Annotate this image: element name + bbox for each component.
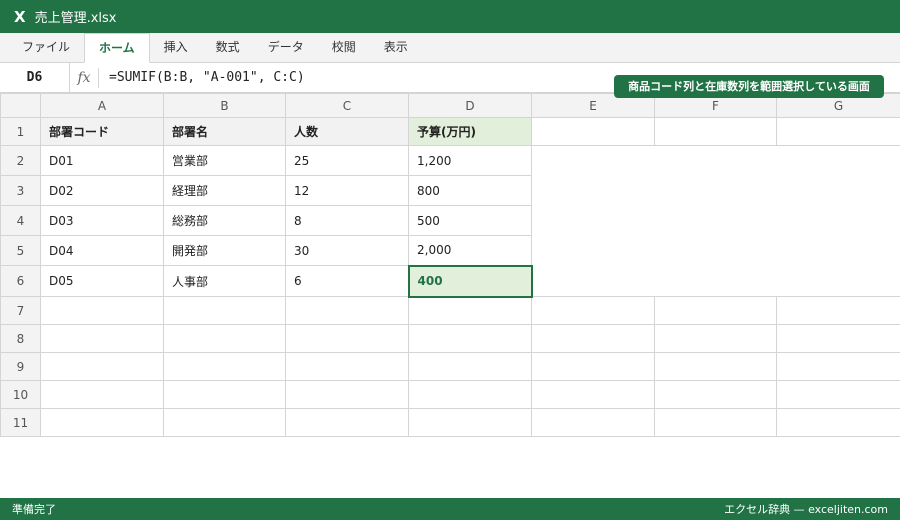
empty-cell[interactable] — [408, 296, 532, 325]
column-header-b[interactable]: B — [163, 93, 286, 118]
cell-b5[interactable]: 開発部 — [163, 235, 286, 266]
empty-cell[interactable] — [285, 352, 409, 381]
annotation-callout: 商品コード列と在庫数列を範囲選択している画面 — [614, 75, 884, 98]
empty-cell[interactable] — [285, 408, 409, 437]
column-header-d[interactable]: D — [408, 93, 532, 118]
formula-input[interactable]: =SUMIF(B:B, "A-001", C:C) — [99, 70, 305, 85]
empty-cell[interactable] — [285, 296, 409, 325]
selected-cell-d6[interactable]: 400 — [407, 264, 533, 298]
row-header[interactable]: 6 — [0, 265, 41, 297]
empty-cell[interactable] — [776, 408, 900, 437]
cell-c3[interactable]: 12 — [285, 175, 409, 206]
empty-cell[interactable] — [408, 408, 532, 437]
cell-d1[interactable]: 予算(万円) — [408, 117, 532, 146]
cell-c5[interactable]: 30 — [285, 235, 409, 266]
tab-review[interactable]: 校閲 — [318, 33, 370, 62]
cell-d4[interactable]: 500 — [408, 205, 532, 236]
empty-cell[interactable] — [40, 408, 164, 437]
tab-formulas[interactable]: 数式 — [202, 33, 254, 62]
empty-cell[interactable] — [654, 324, 777, 353]
blank-area — [531, 145, 900, 297]
row-header[interactable]: 3 — [0, 175, 41, 206]
site-credit: エクセル辞典 — exceljiten.com — [724, 503, 888, 516]
cell-c4[interactable]: 8 — [285, 205, 409, 236]
cell-d5[interactable]: 2,000 — [408, 235, 532, 266]
empty-cell[interactable] — [531, 408, 655, 437]
cell-f1[interactable] — [654, 117, 777, 146]
tab-home[interactable]: ホーム — [84, 33, 150, 63]
empty-cell[interactable] — [531, 324, 655, 353]
column-header-c[interactable]: C — [285, 93, 409, 118]
cell-a4[interactable]: D03 — [40, 205, 164, 236]
empty-cell[interactable] — [285, 324, 409, 353]
status-bar: 準備完了 エクセル辞典 — exceljiten.com — [0, 498, 900, 520]
empty-cell[interactable] — [408, 380, 532, 409]
tab-file[interactable]: ファイル — [8, 33, 84, 62]
empty-cell[interactable] — [40, 324, 164, 353]
row-header[interactable]: 7 — [0, 296, 41, 325]
cell-e1[interactable] — [531, 117, 655, 146]
empty-cell[interactable] — [776, 296, 900, 325]
tab-view[interactable]: 表示 — [370, 33, 422, 62]
empty-cell[interactable] — [654, 296, 777, 325]
cell-b6[interactable]: 人事部 — [163, 265, 286, 297]
row-header[interactable]: 4 — [0, 205, 41, 236]
spreadsheet-grid: A B C D E F G 1 部署コード 部署名 人数 予算(万円) 2 D0… — [0, 93, 900, 437]
empty-cell[interactable] — [654, 352, 777, 381]
empty-cell[interactable] — [531, 296, 655, 325]
fx-icon[interactable]: fx — [70, 67, 99, 88]
empty-cell[interactable] — [40, 352, 164, 381]
empty-cell[interactable] — [40, 296, 164, 325]
ribbon-tabs: ファイル ホーム 挿入 数式 データ 校閲 表示 — [0, 33, 900, 63]
empty-cell[interactable] — [40, 380, 164, 409]
file-name: 売上管理.xlsx — [34, 11, 117, 26]
empty-cell[interactable] — [163, 296, 286, 325]
empty-cell[interactable] — [531, 352, 655, 381]
empty-cell[interactable] — [654, 380, 777, 409]
cell-b4[interactable]: 総務部 — [163, 205, 286, 236]
empty-cell[interactable] — [776, 324, 900, 353]
name-box[interactable]: D6 — [0, 62, 70, 93]
row-header[interactable]: 1 — [0, 117, 41, 146]
cell-b1[interactable]: 部署名 — [163, 117, 286, 146]
cell-a3[interactable]: D02 — [40, 175, 164, 206]
cell-c1[interactable]: 人数 — [285, 117, 409, 146]
cell-b3[interactable]: 経理部 — [163, 175, 286, 206]
empty-cell[interactable] — [776, 380, 900, 409]
cell-c2[interactable]: 25 — [285, 145, 409, 176]
cell-a2[interactable]: D01 — [40, 145, 164, 176]
empty-cell[interactable] — [163, 408, 286, 437]
empty-cell[interactable] — [163, 380, 286, 409]
empty-cell[interactable] — [776, 352, 900, 381]
row-header[interactable]: 10 — [0, 380, 41, 409]
cell-g1[interactable] — [776, 117, 900, 146]
empty-cell[interactable] — [163, 352, 286, 381]
cell-b2[interactable]: 営業部 — [163, 145, 286, 176]
row-header[interactable]: 2 — [0, 145, 41, 176]
select-all-corner[interactable] — [0, 93, 41, 118]
cell-a5[interactable]: D04 — [40, 235, 164, 266]
row-header[interactable]: 8 — [0, 324, 41, 353]
column-header-a[interactable]: A — [40, 93, 164, 118]
row-header[interactable]: 5 — [0, 235, 41, 266]
cell-a6[interactable]: D05 — [40, 265, 164, 297]
cell-d2[interactable]: 1,200 — [408, 145, 532, 176]
cell-c6[interactable]: 6 — [285, 265, 409, 297]
title-bar: X 売上管理.xlsx — [0, 0, 900, 33]
empty-cell[interactable] — [408, 324, 532, 353]
row-header[interactable]: 11 — [0, 408, 41, 437]
status-ready: 準備完了 — [12, 503, 56, 516]
excel-app-icon: X — [14, 7, 26, 26]
empty-cell[interactable] — [408, 352, 532, 381]
cell-a1[interactable]: 部署コード — [40, 117, 164, 146]
empty-cell[interactable] — [285, 380, 409, 409]
tab-data[interactable]: データ — [254, 33, 318, 62]
empty-cell[interactable] — [654, 408, 777, 437]
cell-d3[interactable]: 800 — [408, 175, 532, 206]
empty-cell[interactable] — [163, 324, 286, 353]
row-header[interactable]: 9 — [0, 352, 41, 381]
tab-insert[interactable]: 挿入 — [150, 33, 202, 62]
empty-cell[interactable] — [531, 380, 655, 409]
